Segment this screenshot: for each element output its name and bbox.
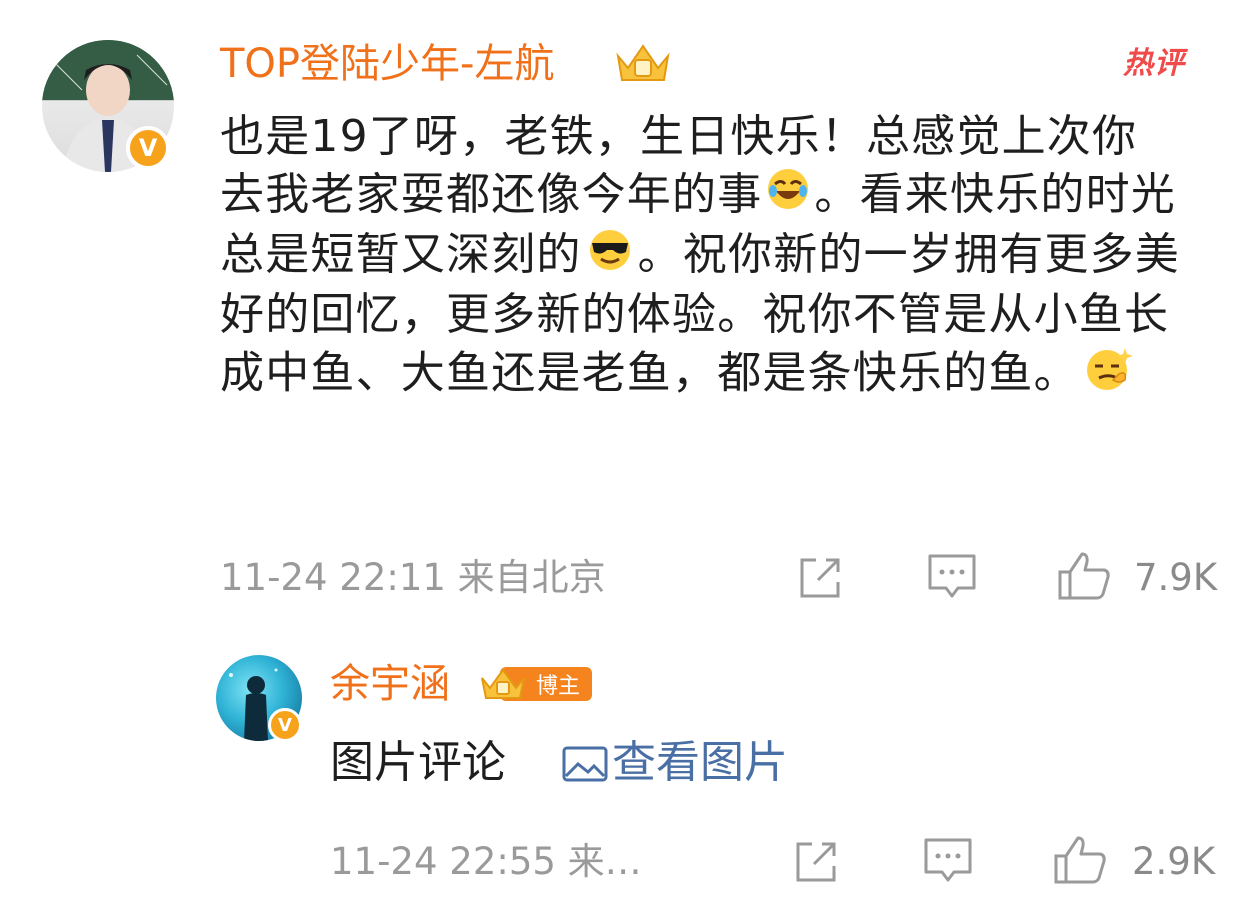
like-icon[interactable] bbox=[1056, 550, 1112, 602]
like-icon[interactable] bbox=[1052, 834, 1108, 886]
reply-text: 图片评论 bbox=[330, 737, 506, 788]
username[interactable]: TOP登陆少年-左航 bbox=[220, 40, 554, 88]
laugh-cry-emoji bbox=[766, 167, 810, 226]
repost-icon[interactable] bbox=[796, 554, 844, 602]
reply-username[interactable]: 余宇涵 bbox=[330, 660, 450, 708]
like-count: 2.9K bbox=[1132, 840, 1216, 883]
verified-badge-icon: V bbox=[126, 126, 170, 170]
view-image-link[interactable]: 查看图片 bbox=[612, 736, 788, 790]
repost-icon[interactable] bbox=[792, 838, 840, 886]
comment-meta: 11-24 22:11 来自北京 bbox=[220, 556, 606, 599]
sunglasses-emoji bbox=[586, 228, 634, 287]
like-count: 7.9K bbox=[1134, 556, 1218, 599]
author-badge: 博主 bbox=[478, 664, 592, 704]
crown-badge-icon bbox=[481, 668, 525, 699]
hot-comment-tag: 热评 bbox=[1123, 46, 1185, 81]
comment-icon[interactable] bbox=[922, 836, 974, 886]
smirk-emoji bbox=[1083, 344, 1137, 407]
comment-text: 也是19了呀，老铁，生日快乐！总感觉上次你去我老家耍都还像今年的事 。看来快乐的时… bbox=[220, 108, 1180, 406]
reply-meta: 11-24 22:55 来… bbox=[330, 840, 642, 883]
comment-icon[interactable] bbox=[926, 552, 978, 602]
crown-badge-icon bbox=[612, 38, 674, 88]
image-icon[interactable] bbox=[560, 742, 610, 786]
verified-badge-icon: V bbox=[268, 708, 302, 742]
